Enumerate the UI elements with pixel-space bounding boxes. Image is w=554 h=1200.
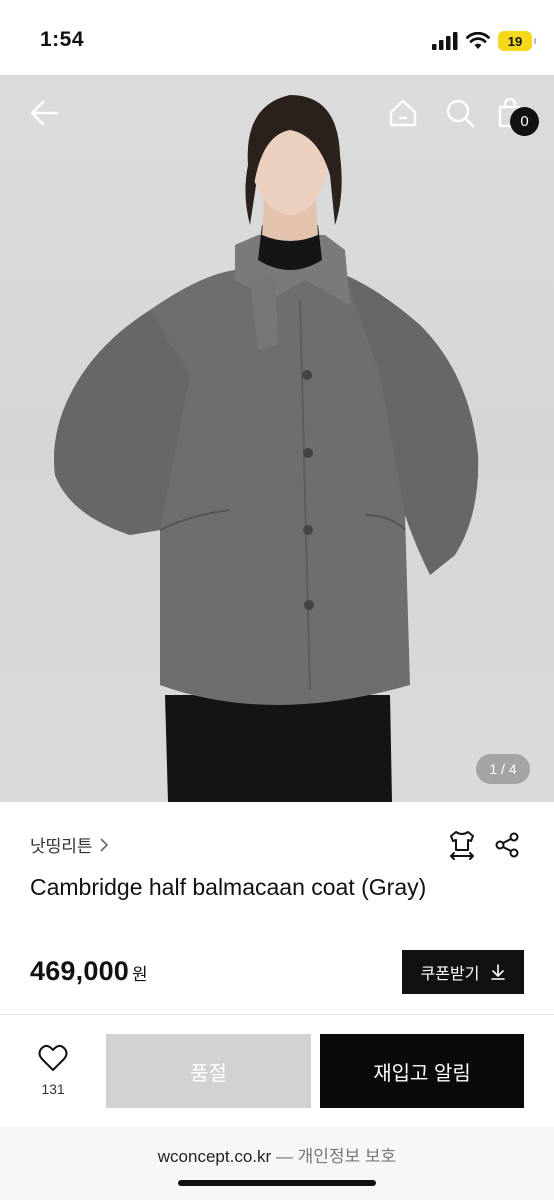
coupon-download-button[interactable]: 쿠폰받기 [402, 950, 524, 994]
price-value: 469,000 [30, 956, 129, 986]
size-guide-icon [450, 831, 474, 860]
product-photo [54, 95, 479, 802]
browser-address-bar[interactable]: wconcept.co.kr — 개인정보 보호 [0, 1126, 554, 1200]
back-button[interactable] [24, 93, 64, 133]
url-text: wconcept.co.kr — 개인정보 보호 [0, 1142, 554, 1167]
brand-link[interactable]: 낫띵리튼 [30, 832, 109, 857]
image-pager: 1 / 4 [476, 754, 530, 784]
download-icon [491, 964, 506, 980]
restock-alert-button[interactable]: 재입고 알림 [320, 1034, 524, 1108]
search-button[interactable] [440, 93, 480, 133]
url-domain: wconcept.co.kr [157, 1147, 272, 1166]
status-time: 1:54 [40, 28, 85, 51]
product-name: Cambridge half balmacaan coat (Gray) [30, 874, 427, 900]
divider [0, 1014, 554, 1015]
cart-count-badge: 0 [510, 107, 539, 136]
size-guide-button[interactable] [445, 828, 479, 862]
battery-indicator: 19 [498, 31, 536, 51]
like-count: 131 [41, 1081, 65, 1097]
privacy-label: — 개인정보 보호 [275, 1147, 397, 1166]
chevron-right-icon [99, 837, 108, 852]
back-arrow-icon [30, 100, 59, 126]
search-icon [446, 99, 475, 128]
home-button[interactable] [383, 93, 423, 133]
brand-name: 낫띵리튼 [30, 837, 93, 856]
status-bar: 1:54 19 [0, 0, 554, 75]
signal-icon [432, 32, 458, 50]
share-icon [495, 832, 519, 858]
price-unit: 원 [132, 965, 148, 984]
status-icons: 19 [432, 30, 536, 52]
home-indicator[interactable] [178, 1180, 376, 1186]
like-button[interactable]: 131 [28, 1044, 78, 1097]
coupon-label: 쿠폰받기 [420, 966, 480, 983]
soldout-button: 품절 [106, 1034, 311, 1108]
heart-icon [38, 1044, 68, 1071]
product-image[interactable]: 1 / 4 [0, 75, 554, 802]
price: 469,000 원 [30, 956, 148, 987]
share-button[interactable] [490, 828, 524, 862]
home-icon [389, 99, 417, 127]
wifi-icon [466, 32, 490, 49]
battery-level: 19 [507, 33, 523, 49]
